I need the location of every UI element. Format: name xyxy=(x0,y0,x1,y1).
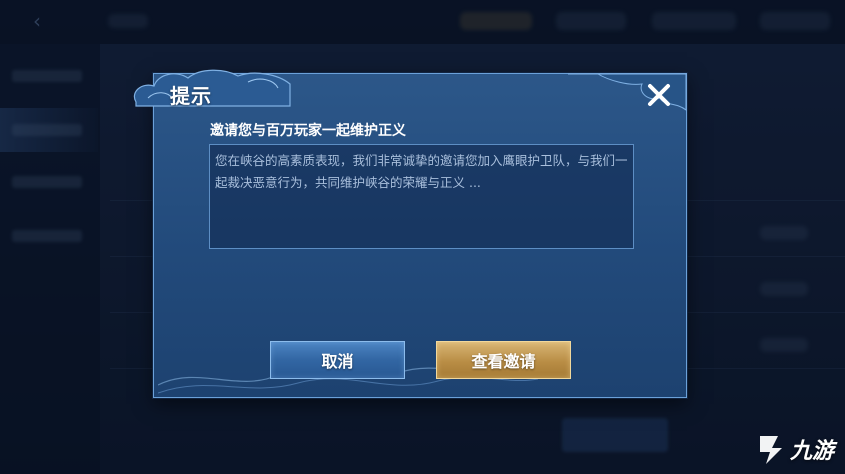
view-invitation-button-label: 查看邀请 xyxy=(471,352,536,371)
invite-heading: 邀请您与百万玩家一起维护正义 xyxy=(210,123,406,139)
message-box: 您在峡谷的高素质表现，我们非常诚挚的邀请您加入鹰眼护卫队，与我们一起裁决恶意行为… xyxy=(209,144,634,249)
game-screen: ‹ 提示 邀请您与百万玩家一起维护正义 您在峡谷的高素质表现，我们非常诚挚的邀请… xyxy=(0,0,845,474)
cancel-button-label: 取消 xyxy=(321,352,354,371)
dialog-title: 提示 xyxy=(170,84,212,108)
close-icon[interactable] xyxy=(644,80,674,110)
cancel-button[interactable]: 取消 xyxy=(270,341,405,379)
cloud-ornament-icon xyxy=(133,69,291,107)
message-text: 您在峡谷的高素质表现，我们非常诚挚的邀请您加入鹰眼护卫队，与我们一起裁决恶意行为… xyxy=(215,153,628,190)
view-invitation-button[interactable]: 查看邀请 xyxy=(436,341,571,379)
invite-dialog: 提示 邀请您与百万玩家一起维护正义 您在峡谷的高素质表现，我们非常诚挚的邀请您加… xyxy=(133,69,687,398)
watermark-text: 九游 xyxy=(790,439,835,464)
